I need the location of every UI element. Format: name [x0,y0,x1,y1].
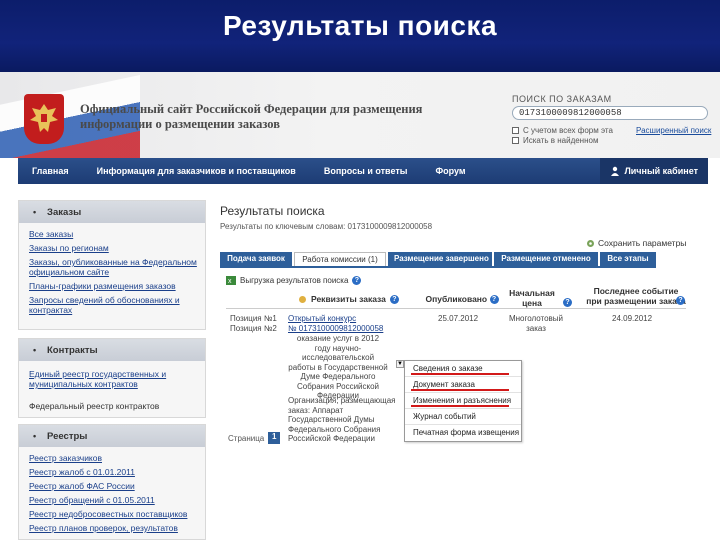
search-input[interactable]: 0173100009812000058 [512,106,708,120]
sidebar-link-customers[interactable]: Реестр заказчиков [19,451,205,465]
tab-underline [220,266,656,268]
page-button[interactable]: 1 [268,432,281,444]
menu-item-print-form[interactable]: Печатная форма извещения [405,425,521,441]
checkbox-all-forms-label: С учетом всех форм эта [523,126,613,135]
checkbox-icon[interactable] [512,137,519,144]
save-params-link[interactable]: Сохранить параметры [586,238,686,248]
extended-search-link[interactable]: Расширенный поиск [636,126,711,135]
header-last-event[interactable]: Последнее событие при размещении заказа [586,286,686,306]
sidebar-registries: • Реестры Реестр заказчиков Реестр жалоб… [18,424,206,540]
help-icon[interactable]: ? [489,295,499,305]
sidebar-link-unfair[interactable]: Реестр недобросовестных поставщиков [19,507,205,521]
checkbox-search-in-found-label: Искать в найденном [523,136,599,145]
order-type-link[interactable]: Открытый конкурс [288,314,356,324]
help-icon[interactable]: ? [352,276,362,285]
main-navbar: Главная Информация для заказчиков и пост… [18,158,708,184]
sidebar-orders: • Заказы Все заказы Заказы по регионам З… [18,200,206,330]
nav-item-faq[interactable]: Вопросы и ответы [310,166,422,176]
export-results-link[interactable]: x Выгрузка результатов поиска ? [226,276,362,285]
sidebar-link-fas[interactable]: Реестр жалоб ФАС России [19,479,205,493]
order-description: оказание услуг в 2012 году научно-исслед… [288,334,388,400]
header-requisites[interactable]: Реквизиты заказа ? [298,294,418,304]
tab-completed[interactable]: Размещение завершено [388,252,492,266]
nav-item-info[interactable]: Информация для заказчиков и поставщиков [83,166,310,176]
site-title-line2: информации о размещении заказов [80,117,280,131]
sidebar-link-plans[interactable]: Планы-графики размещения заказов [19,279,205,293]
sidebar-contracts: • Контракты Единый реестр государственны… [18,338,206,418]
stage-tabs: Подача заявок Работа комиссии (1) Размещ… [220,252,656,266]
sidebar-link-appeals[interactable]: Реестр обращений с 01.05.2011 [19,493,205,507]
coat-of-arms-icon [24,94,64,144]
pager-label: Страница [228,433,265,443]
slide-title: Результаты поиска [222,10,498,41]
site-title: Официальный сайт Российской Федерации дл… [80,102,480,132]
tab-all-stages[interactable]: Все этапы [600,252,656,266]
order-actions-dropdown: Сведения о заказе Документ заказа Измене… [404,360,522,442]
nav-item-forum[interactable]: Форум [421,166,479,176]
lot-2: Позиция №2 [230,324,277,333]
published-date: 25.07.2012 [438,314,479,323]
sidebar-link-requests[interactable]: Запросы сведений об обоснованиях и контр… [19,293,205,317]
header-published-label: Опубликовано [425,294,488,304]
pager: Страница 1 [228,432,281,444]
nav-item-home[interactable]: Главная [18,166,83,176]
ordering-organization: Организация, размещающая заказ: Аппарат … [288,396,396,443]
checkbox-icon[interactable] [512,127,519,134]
sidebar-registries-header[interactable]: • Реестры [19,425,205,447]
help-icon[interactable]: ? [676,296,685,305]
sidebar-link-inspections[interactable]: Реестр планов проверок, результатов [19,521,205,535]
results-title: Результаты поиска [220,204,325,218]
checkbox-all-forms[interactable]: С учетом всех форм эта [512,126,613,135]
sort-icon [299,295,306,303]
sidebar-link-unified-registry[interactable]: Единый реестр государственных и муниципа… [19,367,205,391]
sidebar-contracts-header[interactable]: • Контракты [19,339,205,361]
bullet-icon: • [33,345,37,355]
tab-cancelled[interactable]: Размещение отменено [494,252,598,266]
gear-icon [587,239,594,247]
sidebar-link-complaints[interactable]: Реестр жалоб с 01.01.2011 [19,465,205,479]
order-number-link[interactable]: № 0173100009812000058 [288,324,383,334]
sidebar-registries-title: Реестры [47,431,88,442]
bullet-icon: • [33,431,37,441]
tab-applications[interactable]: Подача заявок [220,252,292,266]
header-requisites-label: Реквизиты заказа [311,294,386,304]
sidebar-link-all-orders[interactable]: Все заказы [19,227,205,241]
menu-item-order-document[interactable]: Документ заказа [405,377,521,393]
search-label: ПОИСК ПО ЗАКАЗАМ [512,94,612,104]
header-published[interactable]: Опубликовано ? [424,294,500,305]
personal-cabinet-label: Личный кабинет [624,166,698,176]
lot-1: Позиция №1 [230,314,277,323]
sidebar-text-federal-registry: Федеральный реестр контрактов [29,401,160,411]
header-divider [226,308,686,309]
excel-icon: x [226,276,236,285]
initial-price: Многолотовый заказ [508,314,564,333]
sidebar-link-federal[interactable]: Заказы, опубликованные на Федеральном оф… [19,255,205,279]
header-price[interactable]: Начальная цена [504,288,560,308]
site-title-line1: Официальный сайт Российской Федерации дл… [80,102,423,116]
checkbox-search-in-found[interactable]: Искать в найденном [512,136,598,145]
tab-commission[interactable]: Работа комиссии (1) [294,252,386,266]
help-icon[interactable]: ? [389,294,399,304]
save-params-label: Сохранить параметры [598,238,687,248]
help-icon[interactable]: ? [563,298,572,307]
user-icon [611,166,620,176]
export-results-label: Выгрузка результатов поиска [240,276,349,285]
sidebar-link-regions[interactable]: Заказы по регионам [19,241,205,255]
svg-text:x: x [228,278,232,285]
chevron-down-icon[interactable]: ▼ [396,360,404,368]
personal-cabinet-button[interactable]: Личный кабинет [600,158,708,184]
sidebar-orders-header[interactable]: • Заказы [19,201,205,223]
last-event-date: 24.09.2012 [612,314,653,323]
sidebar-orders-title: Заказы [47,207,82,218]
menu-item-order-info[interactable]: Сведения о заказе [405,361,521,377]
sidebar-contracts-title: Контракты [47,345,98,356]
menu-item-changes[interactable]: Изменения и разъяснения [405,393,521,409]
menu-item-event-log[interactable]: Журнал событий [405,409,521,425]
bullet-icon: • [33,207,37,217]
results-subtitle: Результаты по ключевым словам: 017310000… [220,222,433,231]
